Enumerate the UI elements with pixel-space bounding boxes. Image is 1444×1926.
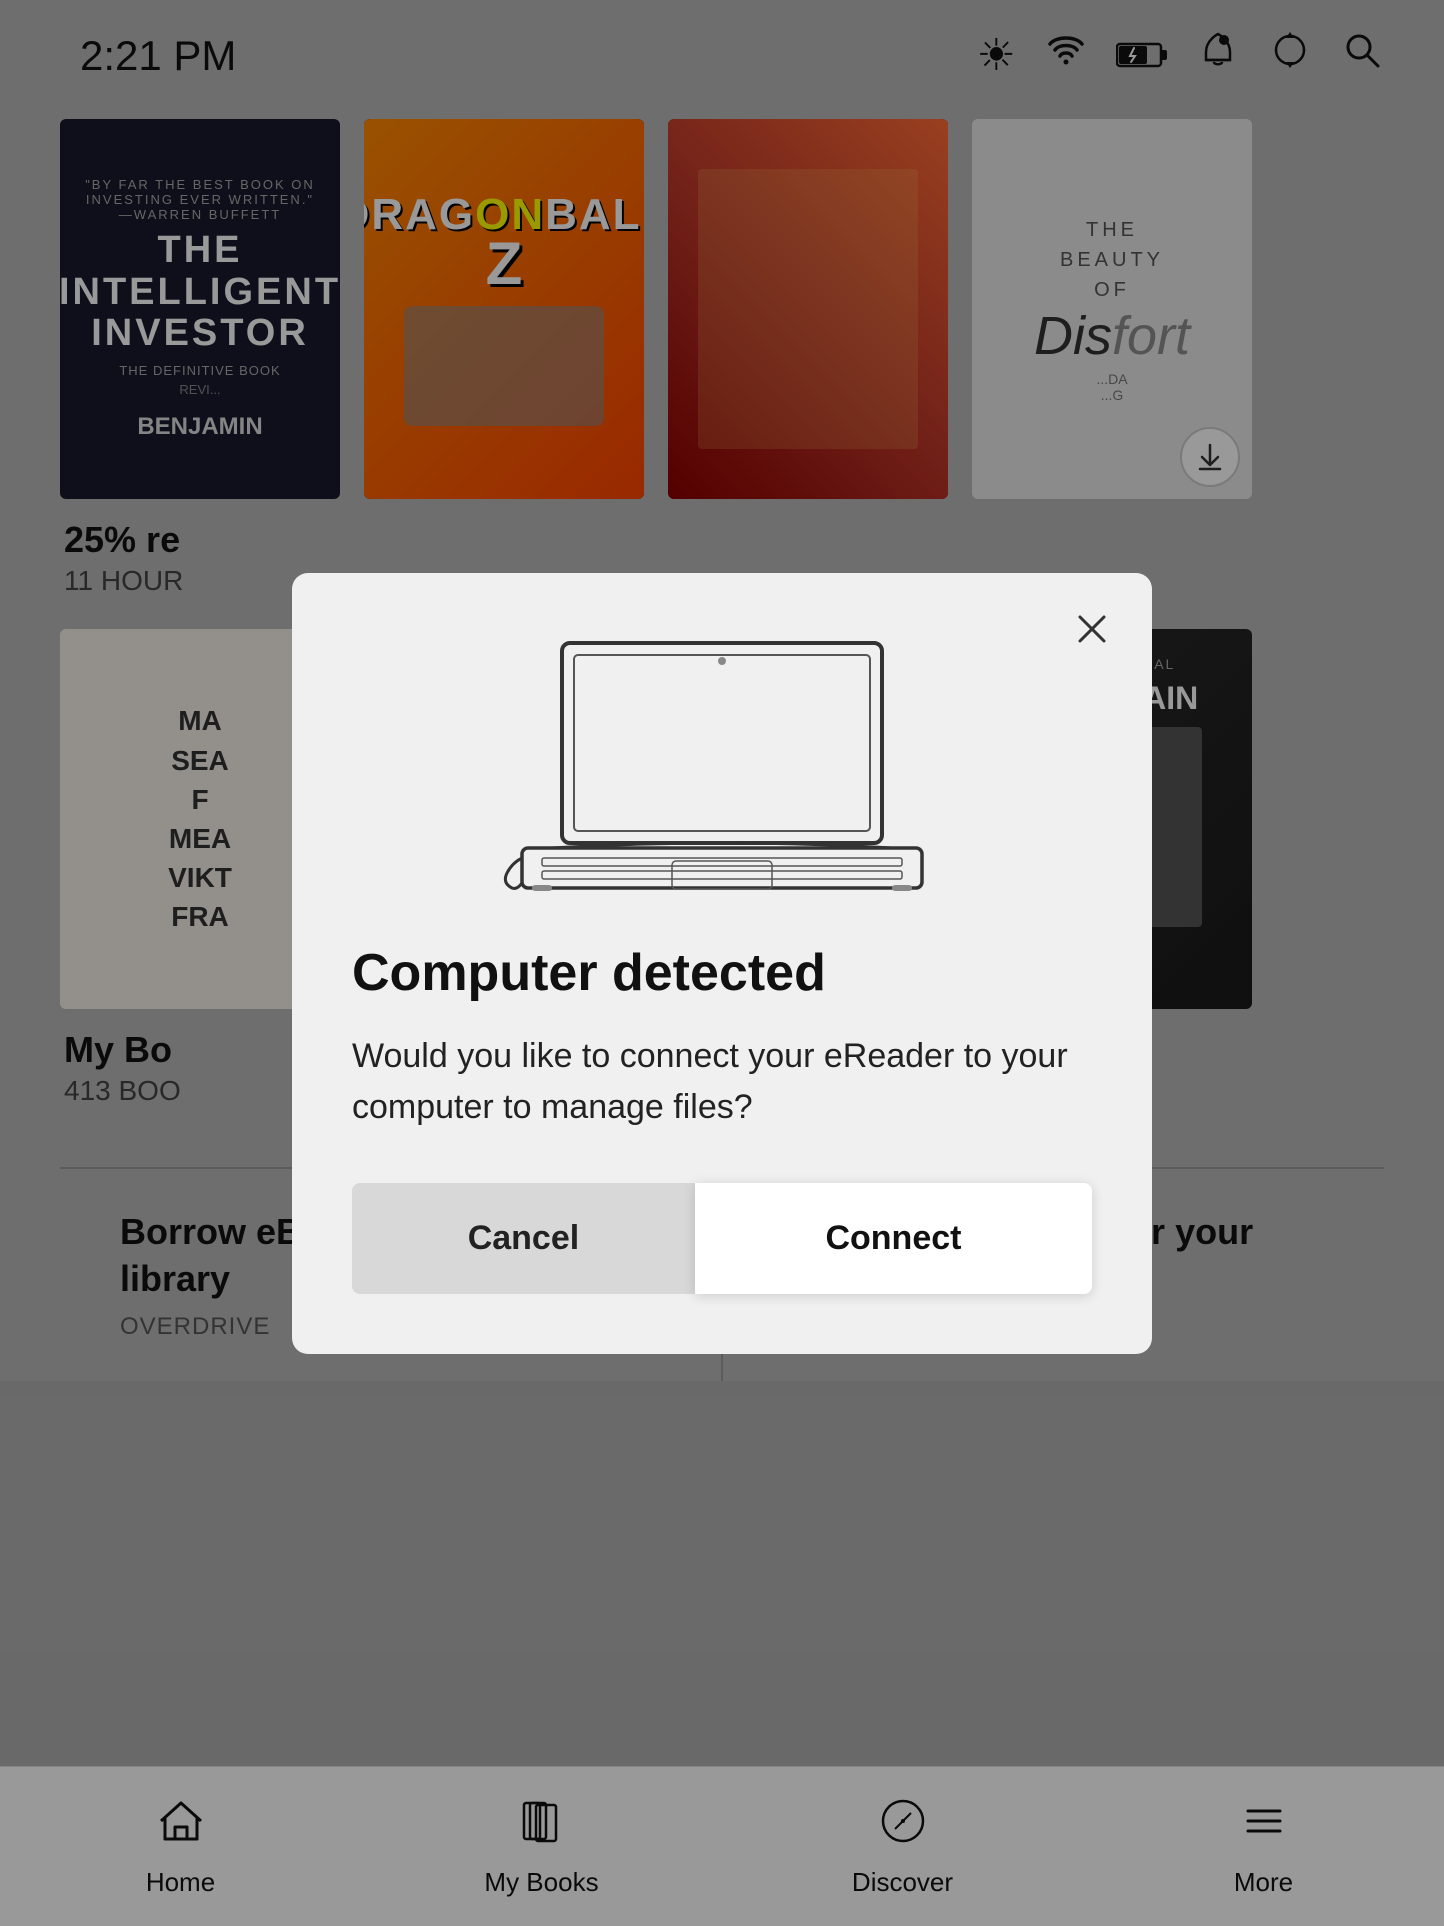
connect-button[interactable]: Connect: [695, 1183, 1092, 1294]
laptop-illustration: [352, 623, 1092, 903]
computer-detected-modal: Computer detected Would you like to conn…: [292, 573, 1152, 1354]
modal-description: Would you like to connect your eReader t…: [352, 1031, 1092, 1133]
modal-buttons: Cancel Connect: [352, 1183, 1092, 1294]
modal-title: Computer detected: [352, 943, 1092, 1003]
modal-overlay: Computer detected Would you like to conn…: [0, 0, 1444, 1926]
modal-close-button[interactable]: [1064, 601, 1120, 657]
cancel-button[interactable]: Cancel: [352, 1183, 695, 1294]
